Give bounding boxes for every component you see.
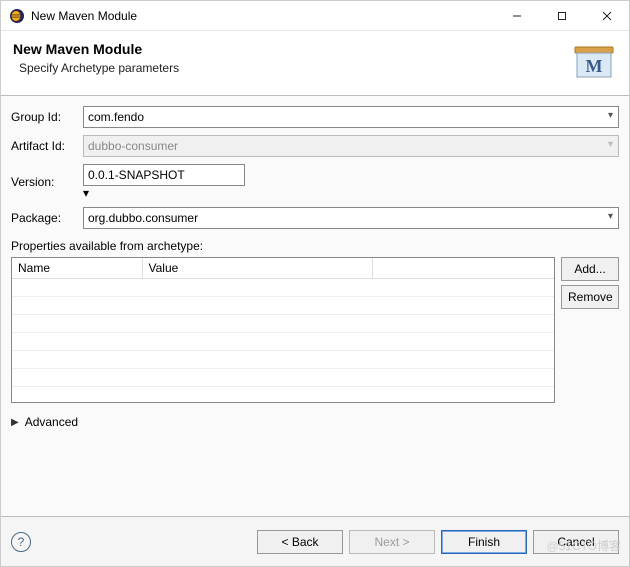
- eclipse-icon: [9, 8, 25, 24]
- help-icon[interactable]: ?: [11, 532, 31, 552]
- cancel-button[interactable]: Cancel: [533, 530, 619, 554]
- titlebar: New Maven Module: [1, 1, 629, 31]
- remove-button[interactable]: Remove: [561, 285, 619, 309]
- table-row[interactable]: [12, 315, 554, 333]
- group-id-label: Group Id:: [11, 110, 79, 124]
- column-spacer: [372, 258, 554, 279]
- svg-text:M: M: [586, 56, 603, 76]
- column-name[interactable]: Name: [12, 258, 142, 279]
- page-title: New Maven Module: [13, 41, 571, 57]
- close-button[interactable]: [584, 1, 629, 30]
- back-button[interactable]: < Back: [257, 530, 343, 554]
- minimize-button[interactable]: [494, 1, 539, 30]
- version-label: Version:: [11, 175, 79, 189]
- advanced-label: Advanced: [25, 415, 78, 429]
- table-row[interactable]: [12, 297, 554, 315]
- window-controls: [494, 1, 629, 30]
- version-input[interactable]: [83, 164, 245, 186]
- table-row[interactable]: [12, 351, 554, 369]
- group-id-input[interactable]: [83, 106, 619, 128]
- wizard-footer: ? < Back Next > Finish Cancel: [1, 516, 629, 566]
- wizard-banner: New Maven Module Specify Archetype param…: [1, 31, 629, 95]
- form-area: Group Id: ▾ Artifact Id: ▾ Version: ▾ Pa…: [1, 95, 629, 516]
- package-input[interactable]: [83, 207, 619, 229]
- maven-icon: M: [571, 41, 617, 81]
- window-title: New Maven Module: [31, 9, 494, 23]
- maximize-button[interactable]: [539, 1, 584, 30]
- package-label: Package:: [11, 211, 79, 225]
- chevron-right-icon: ▶: [11, 417, 19, 428]
- finish-button[interactable]: Finish: [441, 530, 527, 554]
- table-row[interactable]: [12, 279, 554, 297]
- table-row[interactable]: [12, 369, 554, 387]
- page-subtitle: Specify Archetype parameters: [19, 61, 571, 75]
- next-button: Next >: [349, 530, 435, 554]
- table-row[interactable]: [12, 333, 554, 351]
- artifact-id-input: [83, 135, 619, 157]
- artifact-id-label: Artifact Id:: [11, 139, 79, 153]
- advanced-toggle[interactable]: ▶ Advanced: [11, 415, 619, 429]
- properties-table[interactable]: Name Value: [11, 257, 555, 403]
- add-button[interactable]: Add...: [561, 257, 619, 281]
- column-value[interactable]: Value: [142, 258, 372, 279]
- chevron-down-icon: ▾: [83, 186, 89, 200]
- properties-label: Properties available from archetype:: [11, 239, 619, 253]
